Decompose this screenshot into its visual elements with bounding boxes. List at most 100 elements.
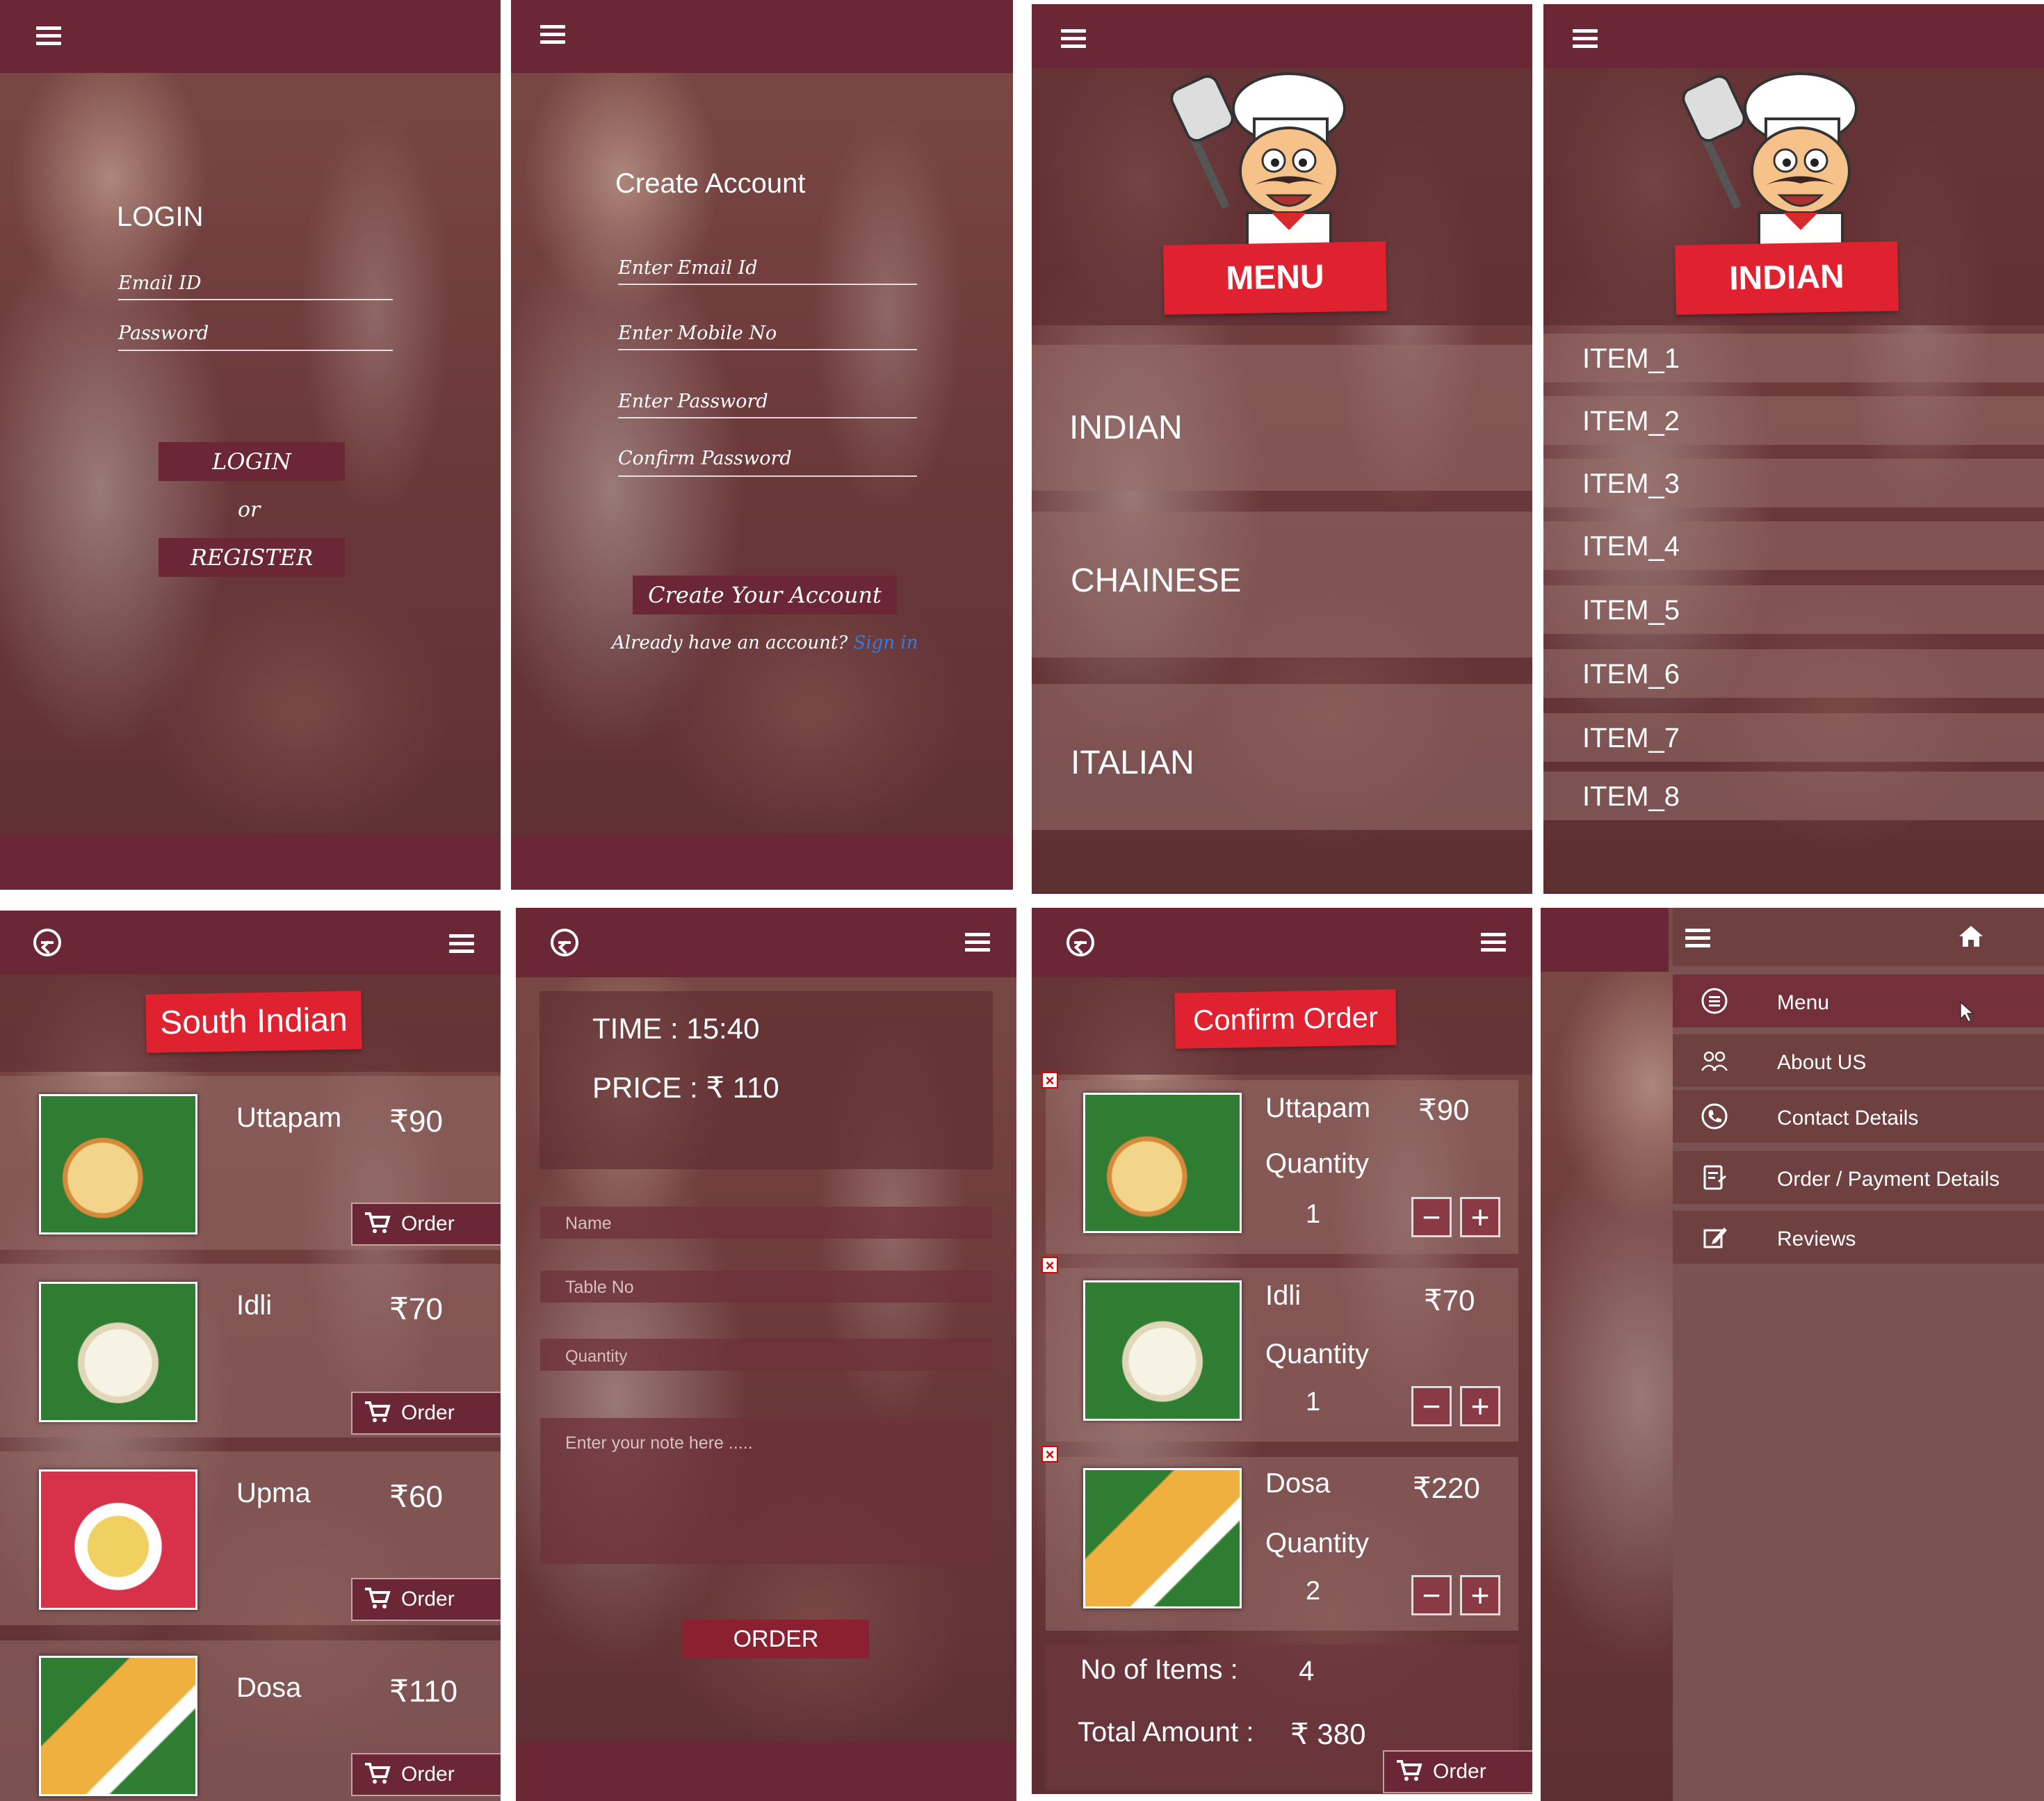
nav-item-reviews[interactable]: Reviews [1673,1211,2044,1264]
item-name: Idli [1265,1280,1301,1311]
nav-item-order-payment[interactable]: Order / Payment Details [1673,1151,2044,1204]
sign-in-link[interactable]: Sign in [854,633,918,653]
or-text: or [238,498,261,522]
name-field[interactable]: Name [540,1207,992,1239]
edit-icon [1703,1228,1727,1248]
hamburger-menu-icon[interactable] [540,25,565,44]
hamburger-menu-icon[interactable] [965,933,990,952]
total-label: Total Amount : [1078,1717,1254,1747]
order-button[interactable]: Order [1383,1750,1532,1793]
decrease-quantity-button[interactable]: − [1411,1197,1452,1237]
category-band-indian[interactable]: INDIAN [1032,345,1532,491]
list-item[interactable]: ITEM_5 [1543,585,2044,634]
mobile-field[interactable]: Enter Mobile No [618,323,777,344]
hamburger-menu-icon[interactable] [1573,29,1598,49]
uttapam-image [1083,1093,1242,1233]
south-indian-screen: South Indian Uttapam ₹90 Order Idli ₹70 … [0,911,501,1801]
category-italian[interactable]: ITALIAN [1071,744,1194,782]
nav-item-about[interactable]: About US [1673,1034,2044,1087]
category-indian[interactable]: INDIAN [1069,409,1183,447]
nav-label: Reviews [1777,1228,1856,1250]
list-item[interactable]: ITEM_4 [1543,521,2044,570]
decrease-quantity-button[interactable]: − [1411,1386,1452,1426]
note-textarea[interactable]: Enter your note here ..... [540,1418,992,1564]
password-field[interactable]: Enter Password [618,391,768,412]
hamburger-menu-icon[interactable] [1481,933,1506,952]
hamburger-menu-icon[interactable] [1061,29,1086,49]
remove-item-icon[interactable]: × [1041,1446,1058,1462]
nav-drawer-screen: Menu About US Contact Details Order / Pa… [1541,908,2044,1801]
item-label: ITEM_5 [1582,595,1680,626]
increase-quantity-button[interactable]: + [1460,1575,1500,1615]
hamburger-menu-icon[interactable] [449,934,474,954]
increase-quantity-button[interactable]: + [1460,1386,1500,1426]
order-button[interactable]: ORDER [683,1620,869,1659]
order-button[interactable]: Order [351,1392,501,1435]
quantity-field[interactable]: Quantity [540,1339,992,1371]
top-bar [511,0,1013,73]
table-no-field[interactable]: Table No [540,1271,992,1303]
back-arrow-icon[interactable] [551,929,578,956]
email-field[interactable]: Email ID [118,272,202,294]
confirm-order-banner: Confirm Order [1174,989,1397,1049]
order-button[interactable]: Order [351,1203,501,1246]
item-label: ITEM_1 [1582,343,1680,374]
list-item[interactable]: ITEM_8 [1543,772,2044,820]
category-chainese[interactable]: CHAINESE [1071,562,1241,600]
back-arrow-icon[interactable] [33,929,61,956]
order-button[interactable]: Order [351,1578,501,1621]
page-title: Create Account [615,168,806,199]
order-button[interactable]: Order [351,1753,501,1796]
email-underline [618,284,917,285]
create-account-button[interactable]: Create Your Account [633,576,897,614]
item-price: ₹110 [389,1674,458,1709]
upma-image [39,1469,197,1610]
order-label: Order [401,1588,455,1611]
top-bar [1032,908,1532,977]
email-field[interactable]: Enter Email Id [618,257,758,279]
phone-icon [1701,1103,1728,1130]
table-placeholder: Table No [565,1278,634,1297]
receipt-icon [1703,1165,1726,1190]
nav-item-contact[interactable]: Contact Details [1673,1090,2044,1143]
password-underline [618,417,917,418]
login-button[interactable]: LOGIN [159,442,345,481]
remove-item-icon[interactable]: × [1041,1257,1058,1273]
category-band-italian[interactable]: ITALIAN [1032,684,1532,830]
confirm-password-field[interactable]: Confirm Password [618,448,792,469]
list-item[interactable]: ITEM_1 [1543,334,2044,382]
nav-item-menu[interactable]: Menu [1673,975,2044,1027]
indian-banner: INDIAN [1675,241,1899,315]
home-icon[interactable] [1958,924,1984,948]
remove-item-icon[interactable]: × [1041,1072,1058,1089]
item-label: ITEM_7 [1582,723,1680,753]
list-item[interactable]: ITEM_7 [1543,713,2044,762]
item-name: Uttapam [236,1102,342,1133]
password-field[interactable]: Password [118,323,209,344]
people-icon [1701,1051,1728,1071]
cart-icon [365,1401,391,1422]
quantity-label: Quantity [1265,1528,1369,1558]
category-band-chainese[interactable]: CHAINESE [1032,512,1532,658]
hamburger-menu-icon[interactable] [36,26,61,46]
top-bar [1543,4,2044,68]
nav-drawer: Menu About US Contact Details Order / Pa… [1673,908,2044,1801]
increase-quantity-button[interactable]: + [1460,1197,1500,1237]
list-item[interactable]: ITEM_2 [1543,396,2044,445]
cart-icon [1397,1760,1422,1781]
note-placeholder: Enter your note here ..... [565,1433,753,1453]
already-text: Already have an account? [612,633,848,653]
hamburger-menu-icon[interactable] [1685,929,1710,948]
idli-image [39,1282,197,1422]
back-arrow-icon[interactable] [1066,929,1094,956]
confirm-order-screen: Confirm Order × Uttapam ₹90 Quantity 1 −… [1032,908,1532,1794]
cursor-icon [1960,1001,1974,1023]
item-label: ITEM_2 [1582,406,1680,437]
items-count-value: 4 [1299,1656,1315,1686]
list-item[interactable]: ITEM_3 [1543,459,2044,507]
login-screen: LOGIN Email ID Password LOGIN or REGISTE… [0,0,501,890]
mobile-underline [618,349,917,350]
list-item[interactable]: ITEM_6 [1543,649,2044,698]
decrease-quantity-button[interactable]: − [1411,1575,1452,1615]
register-button[interactable]: REGISTER [159,538,345,577]
